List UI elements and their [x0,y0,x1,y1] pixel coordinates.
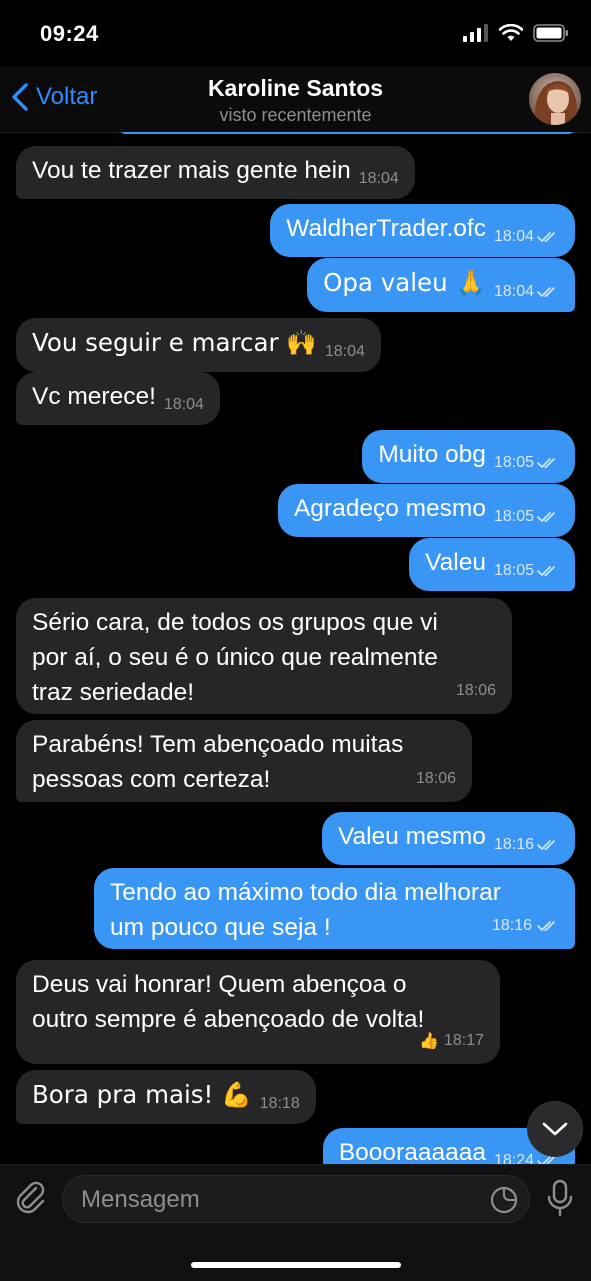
message-bubble-incoming[interactable]: Vou seguir e marcar 🙌 18:04 [16,318,381,372]
message-time: 18:05 [494,553,559,588]
status-bar: 09:24 [0,0,591,66]
message-text: Bora pra mais! 💪 [32,1080,252,1109]
attach-button[interactable] [14,1179,46,1220]
voice-message-button[interactable] [545,1179,575,1222]
battery-icon [533,24,568,42]
message-time: 18:16 [492,908,559,943]
double-check-icon [537,565,555,576]
message-time: 18:04 [358,170,399,187]
scroll-to-bottom-button[interactable] [528,1102,582,1156]
double-check-icon [537,231,555,242]
message-text: Opa valeu 🙏 [323,268,486,297]
message-time: 18:04 [163,396,204,413]
sticker-button[interactable] [489,1185,519,1220]
message-time: 18:06 [415,770,456,787]
message-time: 18:04 [494,274,559,309]
sticker-icon [490,1186,518,1214]
message-time: 18:18 [259,1095,300,1112]
message-list[interactable]: Vou te trazer mais gente hein 18:04 Waldh… [0,132,591,1164]
message-time: 18:16 [494,827,559,862]
message-meta: 👍 18:17 [419,1023,484,1058]
chat-header: Voltar Karoline Santos visto recentement… [0,66,591,133]
message-time: 18:04 [494,219,559,254]
double-check-icon [537,457,555,468]
message-text: Muito obg [378,441,486,468]
message-bubble-incoming[interactable]: Deus vai honrar! Quem abençoa o outro se… [16,960,500,1064]
message-text: Vou seguir e marcar 🙌 [32,328,317,357]
message-text: Vc merece! [32,383,156,410]
message-bubble-outgoing[interactable]: Valeu 18:05 [409,538,575,591]
message-text-line: pessoas com certeza! [32,766,271,793]
message-text: Boooraaaaaa [338,1139,486,1164]
avatar-image [529,73,581,125]
status-time: 09:24 [40,21,99,46]
message-field [62,1175,530,1224]
message-bubble-incoming[interactable]: Bora pra mais! 💪 18:18 [16,1070,316,1124]
message-text-line: Deus vai honrar! Quem abençoa o [32,971,407,998]
contact-name: Karoline Santos [207,75,384,101]
avatar[interactable] [529,73,581,125]
message-bubble-incoming[interactable]: Vou te trazer mais gente hein 18:04 [16,146,415,199]
microphone-icon [547,1179,573,1217]
message-input[interactable] [79,1176,483,1224]
message-bubble-outgoing[interactable]: WaldherTrader.ofc 18:04 [270,204,575,257]
message-bubble-incoming[interactable]: Sério cara, de todos os grupos que vi po… [16,598,512,714]
status-icons [463,24,569,42]
message-bubble-incoming[interactable]: Vc merece! 18:04 [16,372,220,425]
contact-status: visto recentemente [219,105,372,125]
message-text: Agradeço mesmo [293,495,486,522]
double-check-icon [537,511,555,522]
message-text-line: Sério cara, de todos os grupos que vi [32,609,438,636]
message-time: 18:06 [455,682,496,699]
message-bubble-outgoing[interactable]: Valeu mesmo 18:16 [321,812,575,865]
message-bubble-outgoing[interactable]: Muito obg 18:05 [362,430,575,483]
chat-title[interactable]: Karoline Santos visto recentemente [0,75,591,126]
message-text: Vou te trazer mais gente hein [32,157,351,184]
chevron-down-icon [542,1122,568,1136]
message-bubble-outgoing[interactable]: Tendo ao máximo todo dia melhorar um pou… [94,868,575,949]
message-text-line: traz seriedade! [32,679,195,706]
message-text: WaldherTrader.ofc [286,215,486,242]
message-text: Valeu [425,549,486,576]
message-text-line: Tendo ao máximo todo dia melhorar [110,879,501,906]
message-text-line: Parabéns! Tem abençoado muitas [32,731,404,758]
cellular-signal-icon [463,24,488,42]
double-check-icon [537,286,555,297]
message-time: 18:05 [494,445,559,480]
message-text-line: outro sempre é abençoado de volta! [32,1006,425,1033]
message-bubble-incoming[interactable]: Parabéns! Tem abençoado muitas pessoas c… [16,720,472,802]
double-check-icon [537,839,555,850]
previous-message-edge [118,132,576,134]
reaction-thumbs-up[interactable]: 👍 [419,1023,439,1058]
wifi-icon [499,24,523,41]
paperclip-icon [16,1181,45,1214]
message-bubble-outgoing[interactable]: Opa valeu 🙏 18:04 [307,258,575,312]
home-indicator[interactable] [191,1262,401,1268]
message-text-line: por aí, o seu é o único que realmente [32,644,438,671]
message-time: 18:17 [443,1032,484,1049]
message-time: 18:05 [494,499,559,534]
double-check-icon [537,920,555,931]
message-text: Valeu mesmo [337,823,486,850]
message-bubble-outgoing[interactable]: Agradeço mesmo 18:05 [277,484,575,537]
message-time: 18:04 [324,343,365,360]
